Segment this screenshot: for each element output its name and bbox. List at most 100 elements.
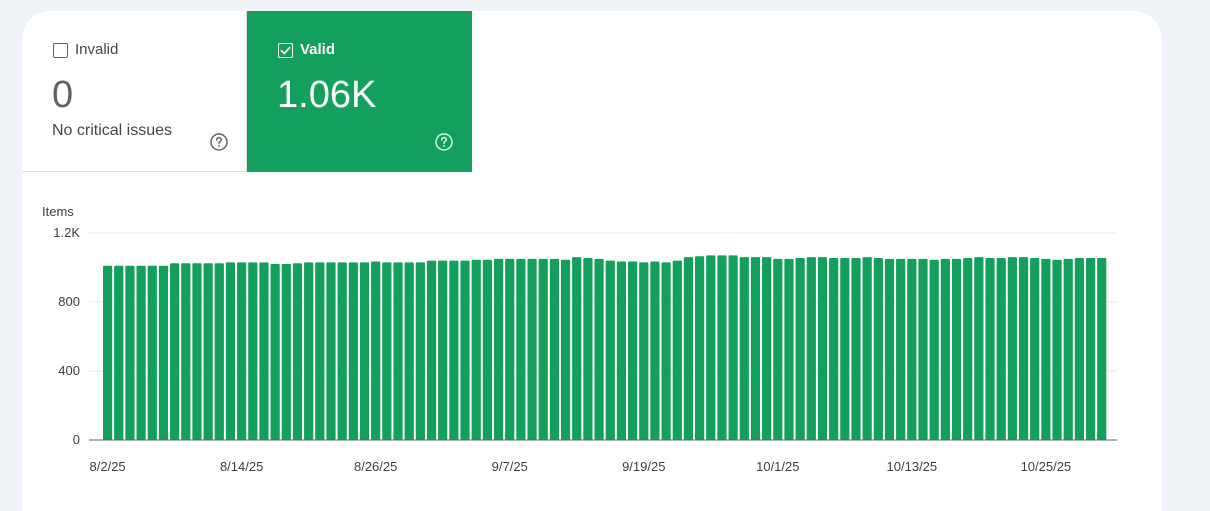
bar[interactable] — [739, 257, 749, 440]
bar[interactable] — [762, 257, 772, 440]
bar[interactable] — [862, 257, 872, 440]
bar[interactable] — [951, 258, 962, 441]
bar[interactable] — [750, 257, 761, 440]
bar[interactable] — [840, 258, 850, 440]
bar[interactable] — [695, 256, 705, 440]
bar[interactable] — [627, 261, 638, 440]
bar[interactable] — [147, 265, 157, 440]
bar[interactable] — [918, 258, 928, 441]
bar[interactable] — [706, 255, 716, 440]
bar[interactable] — [326, 262, 336, 440]
bar[interactable] — [549, 258, 559, 441]
bar[interactable] — [572, 257, 582, 440]
x-tick-label: 8/26/25 — [354, 459, 397, 474]
bar[interactable] — [505, 258, 515, 441]
bar[interactable] — [929, 259, 939, 440]
bar[interactable] — [538, 258, 548, 441]
bar[interactable] — [996, 258, 1006, 440]
bar[interactable] — [985, 258, 995, 440]
bar[interactable] — [460, 260, 470, 440]
bar[interactable] — [1085, 258, 1096, 440]
bar[interactable] — [170, 263, 180, 440]
bar[interactable] — [136, 265, 146, 440]
bar[interactable] — [125, 265, 135, 440]
bar[interactable] — [672, 260, 682, 440]
bar[interactable] — [527, 258, 537, 441]
bar[interactable] — [650, 261, 660, 440]
x-tick-labels: 8/2/25 8/14/25 8/26/25 9/7/25 9/19/25 10/1/25… — [90, 459, 1072, 474]
bar[interactable] — [348, 262, 358, 440]
bar[interactable] — [114, 265, 124, 440]
x-tick-label: 8/2/25 — [90, 459, 126, 474]
x-tick-label: 10/25/25 — [1021, 459, 1072, 474]
bar[interactable] — [594, 258, 604, 441]
bar[interactable] — [829, 258, 839, 440]
bar[interactable] — [583, 258, 593, 440]
bar[interactable] — [404, 262, 414, 440]
bar[interactable] — [560, 259, 571, 440]
bar[interactable] — [639, 262, 649, 440]
bar[interactable] — [873, 258, 883, 440]
x-tick-label: 9/7/25 — [492, 459, 528, 474]
bar[interactable] — [259, 262, 269, 440]
bar[interactable] — [1097, 258, 1107, 440]
bars — [103, 255, 1107, 441]
bar[interactable] — [1007, 257, 1017, 440]
bar[interactable] — [605, 260, 615, 440]
bar[interactable] — [795, 258, 805, 440]
bar[interactable] — [896, 258, 906, 441]
bar[interactable] — [237, 262, 247, 440]
bar[interactable] — [482, 259, 492, 440]
bar[interactable] — [884, 258, 895, 441]
bar[interactable] — [158, 265, 169, 440]
y-tick-label: 0 — [73, 432, 80, 447]
bar[interactable] — [683, 257, 694, 440]
bar[interactable] — [940, 258, 950, 441]
bar[interactable] — [963, 258, 973, 440]
bar[interactable] — [371, 261, 381, 440]
bar[interactable] — [1052, 259, 1062, 440]
y-tick-labels: 0 400 800 1.2K — [53, 225, 80, 447]
bar[interactable] — [717, 255, 727, 440]
bar[interactable] — [248, 262, 258, 440]
bar[interactable] — [1030, 258, 1040, 440]
bar[interactable] — [315, 262, 325, 440]
bar[interactable] — [493, 258, 504, 441]
bar[interactable] — [661, 262, 671, 440]
bar[interactable] — [103, 265, 113, 440]
bar[interactable] — [817, 257, 828, 440]
bar[interactable] — [907, 258, 917, 441]
bar[interactable] — [281, 264, 291, 440]
bar[interactable] — [516, 258, 526, 441]
bar[interactable] — [449, 260, 459, 440]
bar[interactable] — [784, 258, 794, 441]
bar[interactable] — [292, 263, 303, 440]
bar[interactable] — [1063, 258, 1073, 441]
items-bar-chart: Items 0 400 800 1.2K 8/2/25 8/14/25 8/26/25 9/… — [42, 204, 1117, 474]
bar[interactable] — [1018, 257, 1029, 440]
bar[interactable] — [214, 263, 224, 440]
bar[interactable] — [728, 255, 738, 440]
bar[interactable] — [225, 262, 236, 440]
bar[interactable] — [181, 263, 191, 440]
bar[interactable] — [1041, 258, 1051, 441]
bar[interactable] — [426, 260, 437, 440]
bar[interactable] — [438, 260, 448, 440]
bar[interactable] — [616, 261, 627, 440]
bar[interactable] — [806, 257, 816, 440]
bar[interactable] — [337, 262, 347, 440]
bar[interactable] — [382, 262, 392, 440]
bar[interactable] — [270, 264, 280, 440]
bar[interactable] — [192, 263, 202, 440]
bar[interactable] — [851, 258, 861, 440]
bar[interactable] — [415, 262, 425, 440]
x-tick-label: 8/14/25 — [220, 459, 263, 474]
bar[interactable] — [304, 262, 314, 440]
bar[interactable] — [471, 259, 481, 440]
bar[interactable] — [359, 262, 370, 440]
bar[interactable] — [203, 263, 213, 440]
bar[interactable] — [773, 258, 783, 441]
bar[interactable] — [1074, 258, 1084, 440]
bar[interactable] — [393, 262, 403, 440]
bar[interactable] — [974, 257, 984, 440]
